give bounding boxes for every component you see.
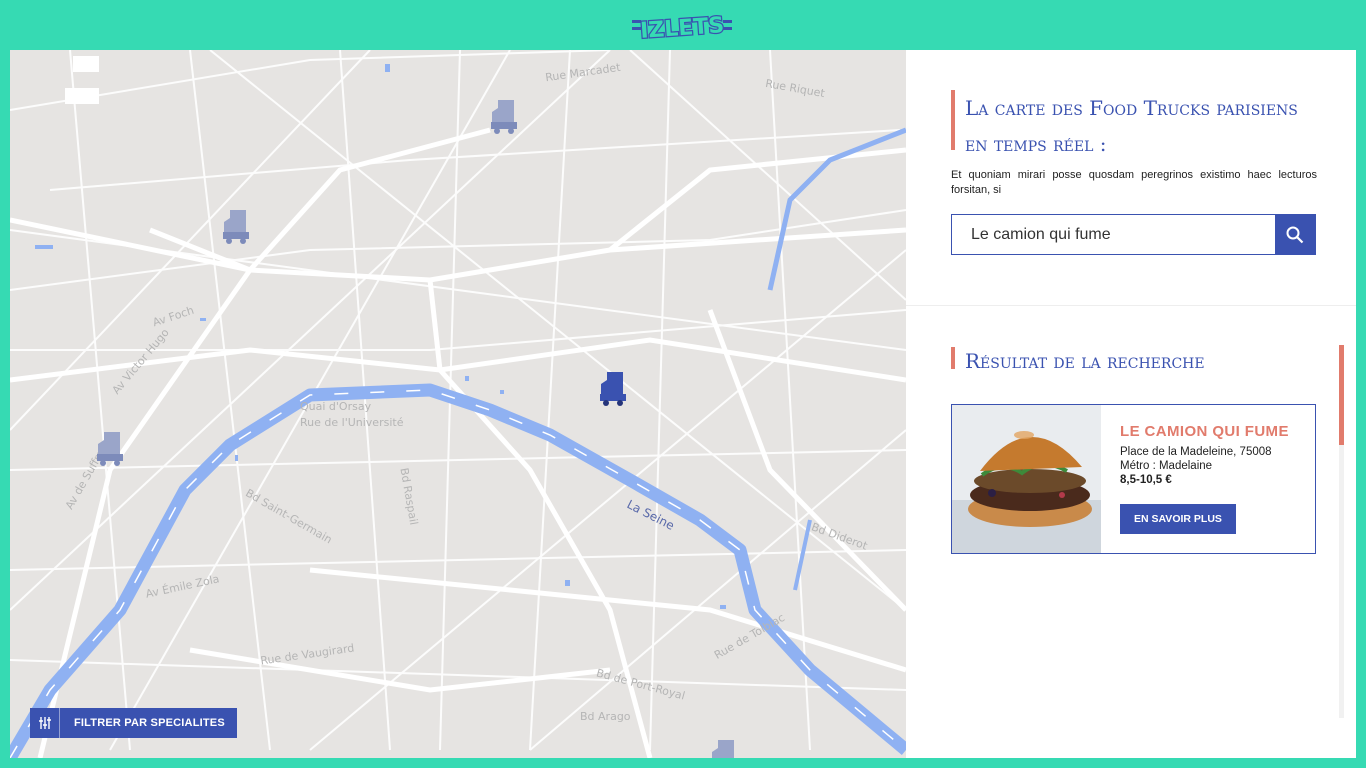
street-label: Quai d'Orsay [300,400,372,413]
truck-marker-icon[interactable] [220,208,260,248]
section-divider [906,305,1356,306]
truck-marker-active-icon[interactable] [597,370,637,410]
filter-sliders-icon [30,708,60,738]
map-streets [10,50,906,758]
search-button[interactable] [1275,215,1315,254]
street-label: Bd Arago [580,710,631,723]
paris-map[interactable]: Rue Marcadet Rue Riquet Av Foch Av Victo… [10,50,906,758]
title-line-2: en temps réel : [965,132,1107,156]
izlets-logo[interactable]: IZLETS [632,6,732,44]
truck-price: 8,5-10,5 € [1120,474,1172,486]
truck-marker-icon[interactable] [708,738,748,758]
truck-name[interactable]: LE CAMION QUI FUME [1120,423,1289,440]
search-input[interactable] [952,215,1275,254]
burger-photo [952,405,1101,553]
results-accent-bar [951,347,955,369]
search-icon [1286,226,1304,243]
page-title: La carte des Food Trucks parisiens en te… [951,90,1321,162]
more-info-button[interactable]: EN SAVOIR PLUS [1120,504,1236,534]
filter-button-label: FILTRER PAR SPECIALITES [74,717,225,729]
results-title: Résultat de la recherche [951,343,1291,379]
filter-specialties-button[interactable]: FILTRER PAR SPECIALITES [30,708,237,738]
zoom-out-button[interactable] [65,88,99,104]
truck-address: Place de la Madeleine, 75008 [1120,446,1272,458]
results-scrollbar-thumb[interactable] [1339,345,1344,445]
results-title-text: Résultat de la recherche [965,349,1205,373]
side-panel: La carte des Food Trucks parisiens en te… [906,50,1356,758]
title-line-1: La carte des Food Trucks parisiens [965,96,1298,120]
search-box [951,214,1316,255]
result-card[interactable]: LE CAMION QUI FUME Place de la Madeleine… [951,404,1316,554]
title-accent-bar [951,90,955,150]
zoom-in-button[interactable] [73,56,99,72]
street-label: Rue de l'Université [300,416,404,429]
map-zoom-controls[interactable] [65,56,99,104]
logo-text: IZLETS [639,13,725,44]
seine-river [10,383,906,758]
truck-marker-icon[interactable] [488,98,528,138]
result-info: LE CAMION QUI FUME Place de la Madeleine… [1101,405,1289,553]
truck-metro: Métro : Madelaine [1120,460,1213,472]
truck-marker-icon[interactable] [94,430,134,470]
intro-text: Et quoniam mirari posse quosdam peregrin… [951,169,1317,196]
